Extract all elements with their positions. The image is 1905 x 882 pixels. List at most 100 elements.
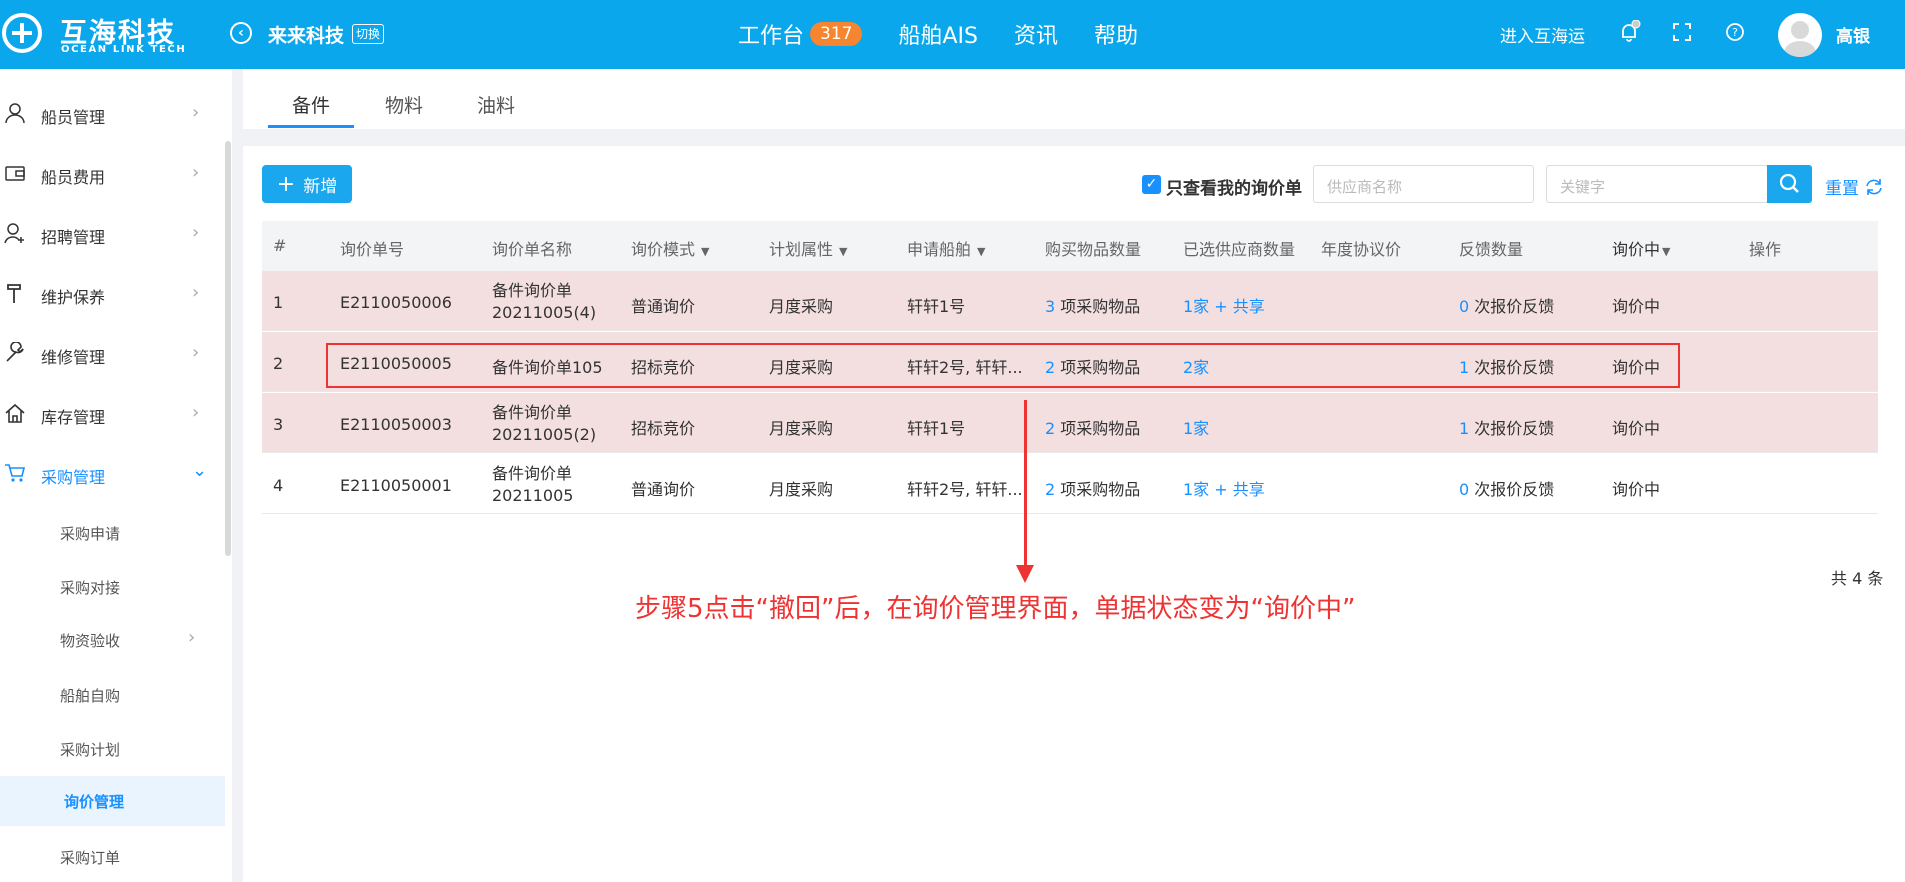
- tab-fuel[interactable]: 油料: [477, 91, 515, 118]
- sidebar-subitem-request[interactable]: 采购申请: [0, 508, 225, 558]
- feedback-count-link[interactable]: 1: [1459, 419, 1469, 438]
- chevron-down-icon: ⌄: [192, 460, 208, 481]
- user-icon: [5, 103, 25, 124]
- caret-down-icon: ▼: [977, 245, 986, 258]
- feedback-count[interactable]: 0 次报价反馈: [1459, 293, 1554, 317]
- sidebar-subitem-orders[interactable]: 采购订单: [0, 832, 225, 882]
- sidebar-item-repair[interactable]: 维修管理 ›: [0, 336, 232, 372]
- logo[interactable]: 互海科技 OCEAN LINK TECH: [0, 9, 200, 59]
- status-text: 询价中: [1612, 419, 1661, 438]
- items-count[interactable]: 3 项采购物品: [1045, 293, 1140, 317]
- sidebar-item-label: 库存管理: [41, 408, 106, 427]
- column-header-mode[interactable]: 询价模式 ▼: [631, 236, 709, 260]
- only-mine-checkbox[interactable]: ✓: [1142, 175, 1161, 194]
- bell-icon[interactable]: [1617, 20, 1641, 44]
- notification-count-badge: 317: [810, 22, 863, 46]
- sidebar-item-label: 维护保养: [41, 288, 106, 307]
- sidebar-item-crew[interactable]: 船员管理 ›: [0, 96, 232, 132]
- reset-button[interactable]: 重置: [1825, 174, 1885, 199]
- items-count-text: 项采购物品: [1055, 297, 1141, 316]
- annotation-text: 步骤5点击“撤回”后，在询价管理界面，单据状态变为“询价中”: [635, 594, 1356, 624]
- sidebar-subitem-label: 物资验收: [60, 632, 121, 650]
- sidebar-subitem-acceptance[interactable]: 物资验收 ›: [0, 615, 225, 665]
- nav-news[interactable]: 资讯: [1014, 18, 1058, 50]
- switch-company-button[interactable]: 切换: [352, 24, 385, 44]
- items-count-link[interactable]: 3: [1045, 297, 1055, 316]
- inquiry-mode: 普通询价: [631, 480, 696, 499]
- column-header: 购买物品数量: [1045, 240, 1142, 259]
- inquiry-code: E2110050003: [340, 415, 452, 434]
- help-icon[interactable]: ?: [1723, 20, 1747, 44]
- annotation-arrow-head: [1016, 565, 1034, 583]
- sidebar-subitem-label: 采购申请: [60, 525, 121, 543]
- inquiry-name: 备件询价单20211005(2): [492, 403, 597, 444]
- items-count[interactable]: 2 项采购物品: [1045, 476, 1140, 500]
- home-icon: [5, 403, 25, 423]
- status-text: 询价中: [1612, 297, 1661, 316]
- keyword-input[interactable]: 关键字: [1546, 165, 1768, 203]
- tab-spare-parts[interactable]: 备件: [292, 91, 330, 118]
- nav-help[interactable]: 帮助: [1094, 18, 1138, 50]
- feedback-count[interactable]: 1 次报价反馈: [1459, 415, 1554, 439]
- inquiry-code: E2110050001: [340, 476, 452, 495]
- plan-attribute: 月度采购: [769, 480, 834, 499]
- table-row[interactable]: 3 E2110050003 备件询价单20211005(2) 招标竞价 月度采购…: [262, 393, 1878, 453]
- chevron-right-icon: ›: [192, 222, 200, 243]
- sidebar-item-inventory[interactable]: 库存管理 ›: [0, 396, 232, 432]
- svg-text:?: ?: [1732, 26, 1738, 39]
- avatar[interactable]: [1778, 13, 1822, 57]
- column-header: 操作: [1749, 240, 1782, 259]
- column-header-status[interactable]: 询价中 ▼: [1612, 236, 1670, 260]
- inquiry-code: E2110050006: [340, 293, 452, 312]
- sidebar-item-purchase[interactable]: 采购管理 ⌄: [0, 456, 232, 492]
- sidebar-subitem-label: 采购计划: [60, 741, 121, 759]
- items-count[interactable]: 2 项采购物品: [1045, 415, 1140, 439]
- table-row[interactable]: 1 E2110050006 备件询价单20211005(4) 普通询价 月度采购…: [262, 271, 1878, 331]
- suppliers-link[interactable]: 1家 + 共享: [1183, 476, 1265, 500]
- sidebar-item-label: 招聘管理: [41, 228, 106, 247]
- suppliers-link[interactable]: 1家 + 共享: [1183, 293, 1265, 317]
- column-header: 反馈数量: [1459, 240, 1524, 259]
- ship-name: 轩轩2号, 轩轩...: [907, 480, 1023, 499]
- nav-workbench[interactable]: 工作台 317: [738, 18, 863, 50]
- fullscreen-icon[interactable]: [1670, 20, 1694, 44]
- feedback-count-text: 次报价反馈: [1469, 297, 1555, 316]
- sidebar-subitem-dock[interactable]: 采购对接: [0, 562, 225, 612]
- nav-workbench-label: 工作台: [738, 24, 805, 49]
- sidebar-subitem-label: 询价管理: [64, 793, 125, 811]
- sidebar-subitem-self-purchase[interactable]: 船舶自购: [0, 670, 225, 720]
- suppliers-link[interactable]: 1家: [1183, 415, 1209, 439]
- nav-ais[interactable]: 船舶AIS: [898, 18, 978, 50]
- status-text: 询价中: [1612, 480, 1661, 499]
- sidebar-item-maintenance[interactable]: 维护保养 ›: [0, 276, 232, 312]
- logo-subtext: OCEAN LINK TECH: [61, 44, 187, 55]
- items-count-link[interactable]: 2: [1045, 480, 1055, 499]
- items-count-link[interactable]: 2: [1045, 419, 1055, 438]
- column-header-ship[interactable]: 申请船舶 ▼: [907, 236, 985, 260]
- chevron-right-icon: ›: [192, 342, 200, 363]
- plus-icon: +: [276, 171, 296, 197]
- sidebar-subitem-inquiry[interactable]: 询价管理: [0, 776, 225, 826]
- feedback-count[interactable]: 0 次报价反馈: [1459, 476, 1554, 500]
- add-button[interactable]: + 新增: [262, 165, 352, 203]
- enter-hihaiyun-link[interactable]: 进入互海运: [1500, 22, 1585, 47]
- sidebar-scrollbar[interactable]: [225, 141, 231, 556]
- search-button[interactable]: [1767, 165, 1812, 203]
- total-count: 共 4 条: [1831, 569, 1884, 588]
- ship-name: 轩轩1号: [907, 297, 966, 316]
- chevron-right-icon: ›: [192, 102, 200, 123]
- sidebar-item-crew-fees[interactable]: 船员费用 ›: [0, 156, 232, 192]
- sidebar-subitem-plan[interactable]: 采购计划: [0, 724, 225, 774]
- supplier-input[interactable]: 供应商名称: [1313, 165, 1534, 203]
- column-header-plan[interactable]: 计划属性 ▼: [769, 236, 847, 260]
- feedback-count-link[interactable]: 0: [1459, 480, 1469, 499]
- tab-materials[interactable]: 物料: [385, 91, 423, 118]
- reset-label: 重置: [1825, 179, 1859, 199]
- sidebar-item-recruit[interactable]: 招聘管理 ›: [0, 216, 232, 252]
- highlight-box: [326, 343, 1680, 388]
- back-icon[interactable]: ‹: [230, 22, 252, 44]
- username[interactable]: 高银: [1836, 22, 1870, 47]
- feedback-count-link[interactable]: 0: [1459, 297, 1469, 316]
- table-row[interactable]: 4 E2110050001 备件询价单20211005 普通询价 月度采购 轩轩…: [262, 454, 1878, 514]
- inquiry-name: 备件询价单20211005(4): [492, 281, 597, 322]
